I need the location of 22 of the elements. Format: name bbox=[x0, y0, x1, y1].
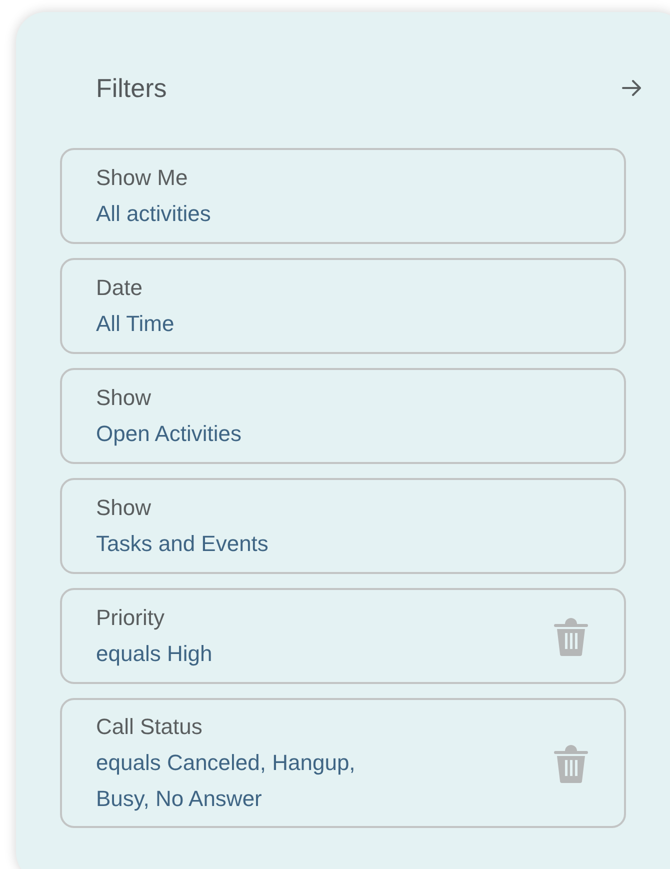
filter-label: Call Status bbox=[96, 713, 204, 741]
filter-label: Date bbox=[96, 274, 144, 302]
filter-card[interactable]: Date All Time bbox=[60, 258, 626, 354]
trash-icon[interactable] bbox=[554, 616, 588, 656]
filter-card[interactable]: Priority equals High bbox=[60, 588, 626, 684]
panel-title: Filters bbox=[96, 72, 167, 104]
filter-value: All Time bbox=[96, 310, 174, 338]
filter-label: Show bbox=[96, 384, 152, 412]
filter-value: Open Activities bbox=[96, 420, 242, 448]
arrow-right-icon[interactable] bbox=[622, 80, 642, 96]
filter-label: Priority bbox=[96, 604, 166, 632]
filter-card[interactable]: Show Tasks and Events bbox=[60, 478, 626, 574]
filter-label: Show bbox=[96, 494, 152, 522]
filter-value: Tasks and Events bbox=[96, 530, 268, 558]
filter-value: equals Canceled, Hangup, Busy, No Answer bbox=[96, 749, 356, 813]
filter-card[interactable]: Show Me All activities bbox=[60, 148, 626, 244]
filter-value: All activities bbox=[96, 200, 211, 228]
filter-label: Show Me bbox=[96, 164, 189, 192]
filter-value: equals High bbox=[96, 640, 212, 668]
filter-card[interactable]: Call Status equals Canceled, Hangup, Busy, No Answer bbox=[60, 698, 626, 828]
trash-icon[interactable] bbox=[554, 743, 588, 783]
filter-card[interactable]: Show Open Activities bbox=[60, 368, 626, 464]
